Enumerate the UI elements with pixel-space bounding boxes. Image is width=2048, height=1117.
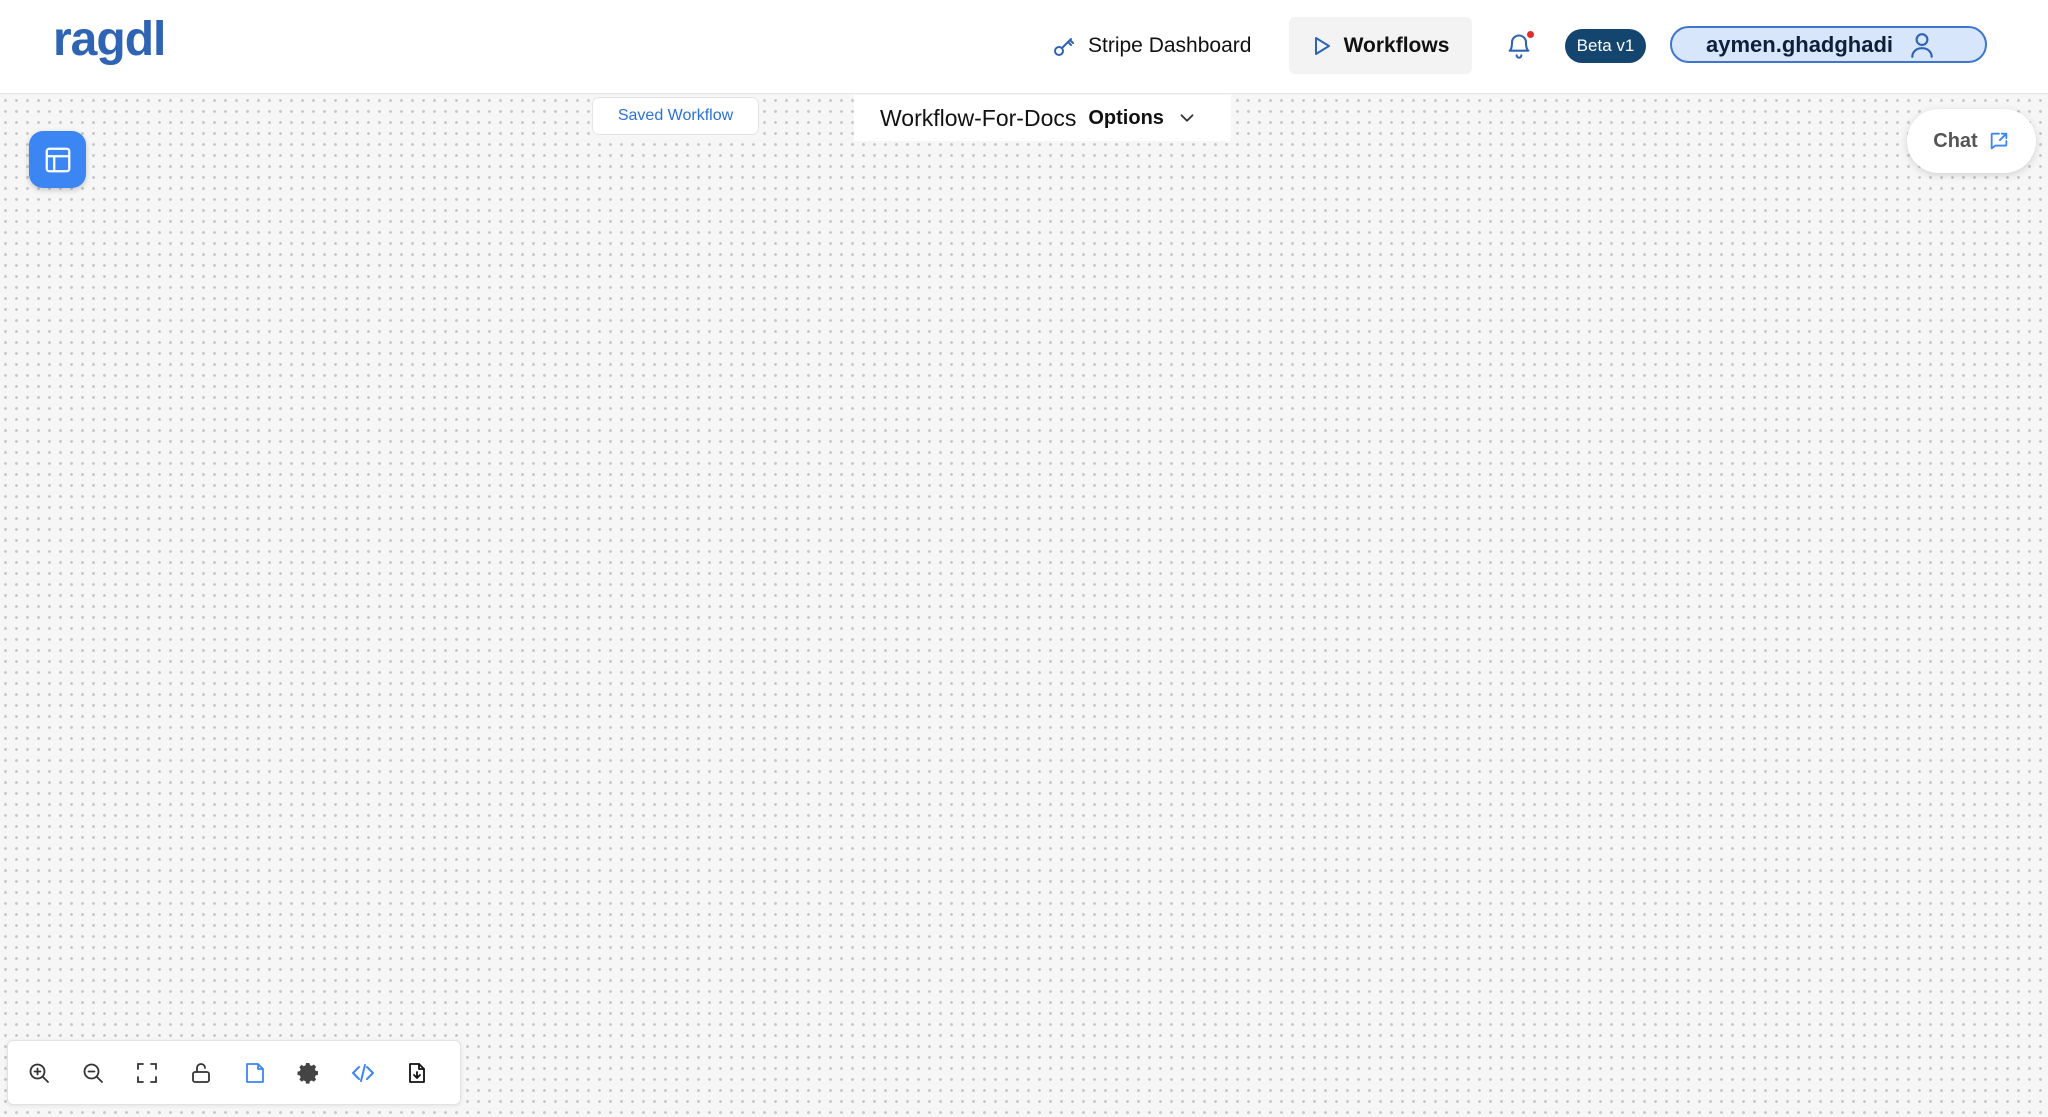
chevron-down-icon[interactable] xyxy=(1176,107,1198,129)
chat-button[interactable]: Chat xyxy=(1907,109,2036,173)
workflows-link[interactable]: Workflows xyxy=(1289,17,1472,74)
layout-panel-button[interactable] xyxy=(29,131,86,188)
note-icon[interactable] xyxy=(242,1060,268,1086)
app-logo[interactable]: ragdl xyxy=(53,12,166,67)
code-icon[interactable] xyxy=(350,1060,376,1086)
layout-icon xyxy=(43,145,73,175)
chat-label: Chat xyxy=(1933,129,1978,152)
zoom-out-icon[interactable] xyxy=(80,1060,106,1086)
workflow-title-bar[interactable]: Workflow-For-Docs Options xyxy=(854,95,1231,141)
saved-status-badge: Saved Workflow xyxy=(592,97,759,135)
beta-badge: Beta v1 xyxy=(1565,29,1646,63)
zoom-in-icon[interactable] xyxy=(26,1060,52,1086)
workflow-name: Workflow-For-Docs xyxy=(880,104,1077,131)
unlock-icon[interactable] xyxy=(188,1060,214,1086)
notification-dot xyxy=(1527,31,1534,38)
stripe-dashboard-link[interactable]: Stripe Dashboard xyxy=(1052,28,1251,64)
user-menu[interactable]: aymen.ghadghadi xyxy=(1670,26,1987,63)
canvas-toolbar xyxy=(7,1040,461,1105)
username-label: aymen.ghadghadi xyxy=(1706,31,1894,57)
workflow-canvas[interactable] xyxy=(0,95,2048,1117)
workflows-label: Workflows xyxy=(1343,33,1450,57)
stripe-dashboard-label: Stripe Dashboard xyxy=(1088,34,1252,57)
user-icon xyxy=(1909,31,1935,59)
options-label[interactable]: Options xyxy=(1088,107,1164,130)
export-file-icon[interactable] xyxy=(404,1060,430,1086)
fit-view-icon[interactable] xyxy=(134,1060,160,1086)
key-icon xyxy=(1052,34,1076,58)
play-icon xyxy=(1312,35,1332,57)
settings-icon[interactable] xyxy=(296,1060,322,1086)
top-header: ragdl Stripe Dashboard Workflows Beta v1… xyxy=(0,0,2048,94)
chat-icon xyxy=(1988,130,2010,152)
